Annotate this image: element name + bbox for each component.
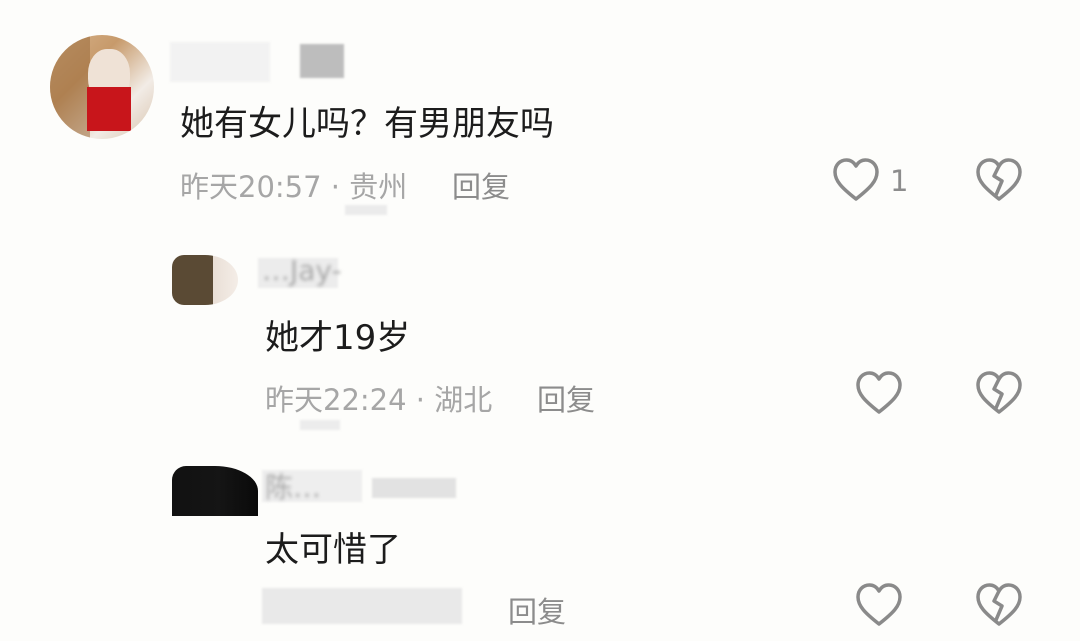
broken-heart-icon[interactable]: [975, 157, 1023, 203]
username[interactable]: …Jay-: [262, 254, 342, 287]
comment-thread: 她有女儿吗？有男朋友吗 昨天20:57 · 贵州 回复 1 …Jay- 她才19…: [0, 0, 1080, 641]
avatar[interactable]: [172, 466, 258, 516]
comment-text: 太可惜了: [265, 530, 401, 570]
username[interactable]: 陈…: [265, 466, 321, 506]
avatar-red-block: [87, 87, 131, 131]
heart-outline-icon[interactable]: [855, 582, 903, 628]
meta-mosaic: [262, 588, 462, 624]
reply-button[interactable]: 回复: [452, 164, 510, 206]
heart-outline-icon[interactable]: [855, 370, 903, 416]
reply-button[interactable]: 回复: [537, 377, 595, 419]
avatar-hair: [50, 35, 90, 139]
broken-heart-icon[interactable]: [975, 370, 1023, 416]
reply-button[interactable]: 回复: [508, 589, 566, 631]
username-mosaic: [372, 478, 456, 498]
heart-outline-icon[interactable]: [832, 157, 880, 203]
meta-mosaic: [345, 205, 387, 215]
like-count: 1: [890, 164, 909, 198]
comment-text: 她有女儿吗？有男朋友吗: [180, 104, 554, 144]
meta-mosaic: [300, 420, 340, 430]
broken-heart-icon[interactable]: [975, 582, 1023, 628]
comment-timestamp-location: 昨天22:24 · 湖北: [265, 383, 493, 417]
avatar[interactable]: [172, 255, 238, 305]
username-mosaic: [300, 44, 344, 78]
comment-timestamp-location: 昨天20:57 · 贵州: [180, 170, 408, 204]
username-mosaic: [170, 42, 270, 82]
avatar[interactable]: [50, 35, 154, 139]
comment-text: 她才19岁: [265, 318, 411, 358]
